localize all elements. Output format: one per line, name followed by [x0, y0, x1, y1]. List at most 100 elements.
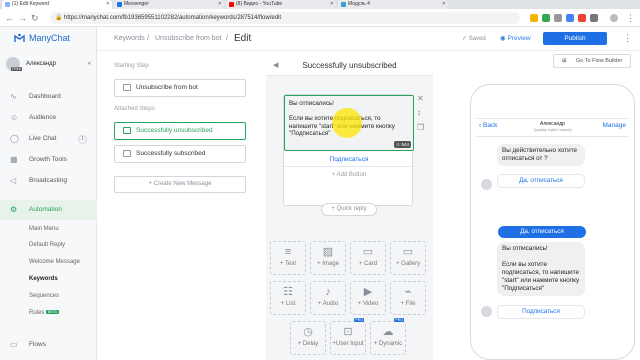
broadcast-icon: ◁	[10, 176, 17, 185]
add-card-block[interactable]: ▭ + Card	[350, 241, 386, 275]
starting-step-card[interactable]: Unsubscribe from bot	[114, 79, 246, 97]
sidebar-subitem-rules[interactable]: Rules BETA	[29, 310, 59, 316]
close-icon[interactable]: ✕	[417, 94, 424, 103]
file-icon: ⌁	[404, 286, 412, 298]
profile-avatar-icon[interactable]	[610, 14, 618, 22]
attached-step-card[interactable]: Successfully unsubscribed	[114, 122, 246, 140]
add-file-block[interactable]: ⌁ + File	[390, 281, 426, 315]
address-bar[interactable]: 🔒 https://manychat.com/fb193659551102282/…	[50, 12, 520, 24]
bookmark-star-icon[interactable]	[530, 14, 538, 22]
browser-tab[interactable]: (1) Edit Keyword ✕	[2, 0, 112, 9]
brand-name: ManyChat	[29, 33, 71, 43]
add-button-link[interactable]: + Add Button	[284, 168, 414, 182]
flow-builder-button[interactable]: ⊞ Go To Flow Builder	[553, 54, 631, 68]
more-options-icon[interactable]: ⋮	[623, 32, 632, 44]
close-icon[interactable]: ✕	[442, 0, 446, 9]
sidebar-subitem-welcome-message[interactable]: Welcome Message	[29, 259, 80, 265]
add-gallery-block[interactable]: ▭ + Gallery	[390, 241, 426, 275]
browser-menu-icon[interactable]: ⋮	[626, 12, 635, 24]
add-audio-block[interactable]: ♪ + Audio	[310, 281, 346, 315]
sidebar-subitem-default-reply[interactable]: Default Reply	[29, 242, 65, 248]
back-arrow-icon[interactable]: ←	[5, 12, 14, 24]
add-dynamic-block[interactable]: PRO ☁ + Dynamic	[370, 318, 406, 355]
tab-label: (1) Edit Keyword	[12, 1, 49, 7]
extension-icon[interactable]	[554, 14, 562, 22]
beta-badge: BETA	[46, 310, 59, 314]
reload-icon[interactable]: ↻	[31, 12, 39, 24]
attached-step-card[interactable]: Successfully subscribed	[114, 145, 246, 163]
pro-badge: PRO	[354, 318, 364, 322]
browser-tab[interactable]: Модуль 4 ✕	[338, 0, 448, 9]
account-switcher[interactable]: FREE Александр ▾	[6, 57, 94, 73]
sidebar-item-broadcasting[interactable]: ◁ Broadcasting	[0, 171, 97, 191]
audio-icon: ♪	[325, 286, 331, 298]
create-new-message-button[interactable]: + Create New Message	[114, 176, 246, 193]
sidebar-item-audience[interactable]: ☺ Audience	[0, 108, 97, 128]
tab-label: Messenger	[124, 1, 149, 7]
preview-button-confirm[interactable]: Да, отписаться	[497, 174, 585, 188]
preview-label: Preview	[507, 35, 531, 42]
message-editor: ◀ Successfully unsubscribed Вы отписалис…	[266, 56, 433, 360]
extension-icon[interactable]	[566, 14, 574, 22]
sidebar-item-label: Live Chat	[29, 135, 57, 142]
attached-steps-label: Attached Steps	[114, 106, 155, 112]
block-label: + Text	[279, 261, 297, 267]
sidebar-subitem-sequences[interactable]: Sequences	[29, 293, 59, 299]
manage-link[interactable]: Manage	[603, 122, 627, 129]
sidebar-item-label: Flows	[29, 341, 46, 348]
extension-icon[interactable]	[542, 14, 550, 22]
block-label: + File	[400, 301, 416, 307]
add-image-block[interactable]: ▨ + Image	[310, 241, 346, 275]
breadcrumb-keywords[interactable]: Keywords	[114, 27, 145, 51]
saved-label: Saved	[468, 36, 486, 42]
quick-reply-button[interactable]: + Quick reply	[321, 203, 377, 216]
page-header: Keywords / Unsubscribe from bot / Edit ✓…	[97, 27, 640, 51]
sidebar-subitem-keywords[interactable]: Keywords	[29, 276, 58, 282]
sidebar-item-flows[interactable]: ▭ Flows	[0, 335, 97, 355]
extension-icon[interactable]	[578, 14, 586, 22]
sidebar: ManyChat FREE Александр ▾ ∿ Dashboard ☺ Au…	[0, 27, 97, 360]
url-text: https://manychat.com/fb193659551102282/a…	[64, 15, 282, 21]
add-user-input-block[interactable]: PRO ⊡ +User Input	[330, 318, 366, 355]
preview-button-subscribe[interactable]: Подписаться	[497, 305, 585, 319]
extension-icon[interactable]	[590, 14, 598, 22]
add-video-block[interactable]: ▶ + Video	[350, 281, 386, 315]
flow-builder-icon: ⊞	[562, 58, 567, 64]
add-list-block[interactable]: ☷ + List	[270, 281, 306, 315]
collapse-left-icon[interactable]: ◀	[273, 56, 278, 76]
manychat-favicon-icon	[5, 2, 10, 7]
image-icon: ▨	[322, 246, 334, 258]
publish-button[interactable]: Publish	[543, 32, 607, 45]
sidebar-item-automation[interactable]: ⚙ Automation	[0, 200, 97, 220]
video-icon: ▶	[363, 286, 373, 298]
close-icon[interactable]: ✕	[106, 0, 110, 9]
browser-tab[interactable]: Messenger ✕	[114, 0, 224, 9]
message-button[interactable]: Подписаться	[284, 153, 414, 167]
char-count-value: 544	[401, 142, 409, 147]
chevron-down-icon: ▾	[88, 61, 91, 67]
user-icon: ☺	[10, 113, 19, 122]
manychat-logo-icon	[14, 33, 25, 42]
step-label: Successfully subscribed	[136, 150, 206, 157]
sidebar-item-live-chat[interactable]: ◯ Live Chat 1	[0, 129, 97, 149]
brand[interactable]: ManyChat	[14, 33, 70, 43]
forward-arrow-icon[interactable]: →	[18, 12, 27, 24]
close-icon[interactable]: ✕	[218, 0, 222, 9]
browser-tab[interactable]: (8) Видео - YouTube ✕	[226, 0, 336, 9]
add-delay-block[interactable]: ◷ + Delay	[290, 321, 326, 355]
sidebar-item-dashboard[interactable]: ∿ Dashboard	[0, 87, 97, 107]
messenger-screen: ‹ Back Александр Typically replies insta…	[476, 118, 629, 360]
sidebar-item-growth-tools[interactable]: ▦ Growth Tools	[0, 150, 97, 170]
close-icon[interactable]: ✕	[330, 0, 334, 9]
sidebar-subitem-main-menu[interactable]: Main Menu	[29, 226, 59, 232]
copy-icon[interactable]: ❐	[417, 123, 424, 132]
breadcrumb-keyword[interactable]: Unsubscribe from bot	[155, 27, 222, 51]
reorder-arrows-icon[interactable]: ↕	[417, 108, 421, 117]
check-icon: ✓	[462, 36, 469, 42]
page-title: Edit	[234, 33, 252, 44]
text-message-block: Вы отписались! Если вы хотите подписатьс…	[283, 94, 414, 206]
sidebar-item-label: Audience	[29, 114, 57, 121]
add-text-block[interactable]: ≡ + Text	[270, 241, 306, 275]
editor-header: ◀ Successfully unsubscribed	[266, 56, 433, 76]
preview-button[interactable]: ◉ Preview	[500, 34, 531, 44]
